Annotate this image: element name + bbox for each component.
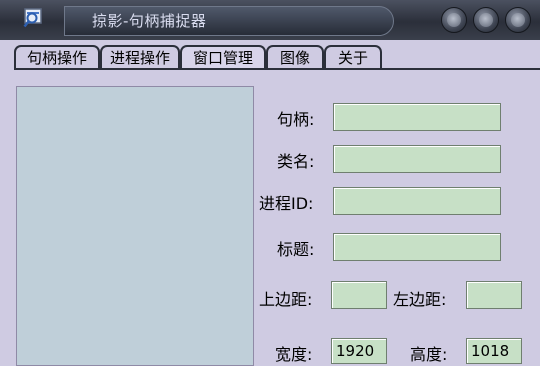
- preview-panel: [16, 86, 254, 366]
- tab-window-management[interactable]: 窗口管理: [180, 45, 266, 70]
- app-window: 掠影-句柄捕捉器 句柄操作 进程操作 窗口管理 图像 关于 句柄: 类名: 进程…: [0, 0, 540, 366]
- width-label: 宽度:: [275, 345, 313, 364]
- tab-about[interactable]: 关于: [324, 45, 382, 70]
- title-label: 标题:: [277, 240, 315, 259]
- left-margin-field[interactable]: [466, 281, 522, 309]
- height-label: 高度:: [410, 345, 448, 364]
- maximize-icon: [479, 13, 493, 27]
- title-field[interactable]: [333, 233, 501, 261]
- magnifier-app-icon: [23, 8, 42, 28]
- minimize-button[interactable]: [441, 7, 467, 33]
- window-title: 掠影-句柄捕捉器: [92, 12, 207, 30]
- top-margin-field[interactable]: [331, 281, 387, 309]
- handle-label: 句柄:: [277, 110, 315, 129]
- tab-bar: 句柄操作 进程操作 窗口管理 图像 关于: [0, 40, 540, 70]
- minimize-icon: [447, 13, 461, 27]
- close-icon: [511, 13, 525, 27]
- width-field[interactable]: [331, 338, 387, 364]
- close-button[interactable]: [505, 7, 531, 33]
- top-margin-label: 上边距:: [259, 290, 313, 309]
- class-name-field[interactable]: [333, 145, 501, 173]
- process-id-field[interactable]: [333, 187, 501, 215]
- tab-underline: [14, 68, 540, 70]
- process-id-label: 进程ID:: [259, 194, 314, 213]
- tab-process-ops[interactable]: 进程操作: [100, 45, 180, 70]
- height-field[interactable]: [466, 338, 522, 364]
- tab-handle-ops[interactable]: 句柄操作: [14, 45, 100, 70]
- tab-image[interactable]: 图像: [266, 45, 324, 70]
- handle-field[interactable]: [333, 103, 501, 131]
- maximize-button[interactable]: [473, 7, 499, 33]
- left-margin-label: 左边距:: [393, 290, 447, 309]
- class-name-label: 类名:: [277, 152, 315, 171]
- title-bar[interactable]: 掠影-句柄捕捉器: [0, 0, 540, 40]
